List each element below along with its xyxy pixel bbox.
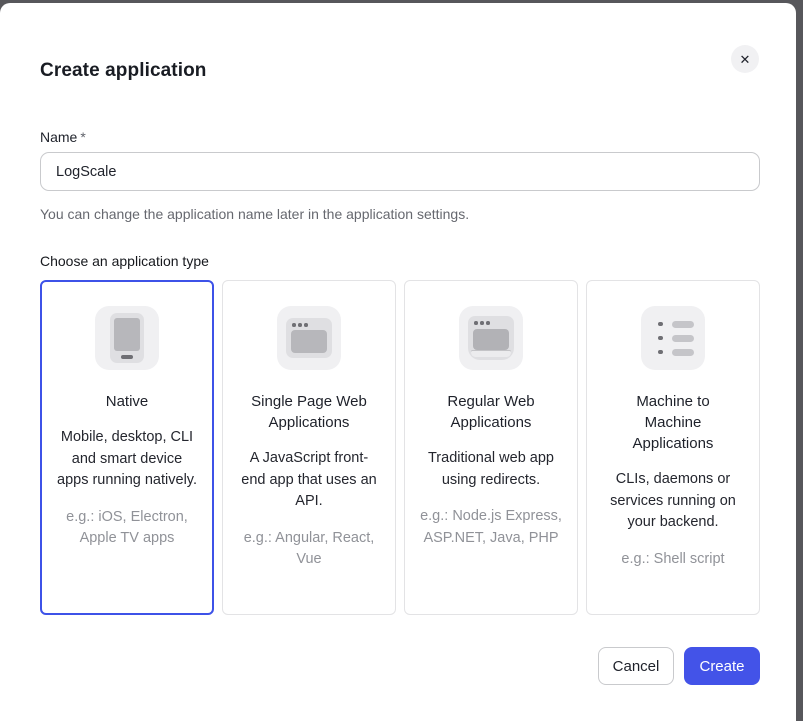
mobile-phone-icon [110,313,144,363]
card-single-page-web[interactable]: Single Page Web Applications A JavaScrip… [222,280,396,615]
application-type-label: Choose an application type [40,253,209,269]
card-example: e.g.: Angular, React, Vue [238,528,380,571]
name-helper-text: You can change the application name late… [40,206,469,222]
name-field-label: Name* [40,129,86,145]
card-example: e.g.: Shell script [602,549,744,571]
card-machine-to-machine[interactable]: Machine to Machine Applications CLIs, da… [586,280,760,615]
card-description: CLIs, daemons or services running on you… [602,469,744,534]
card-regular-web[interactable]: Regular Web Applications Traditional web… [404,280,578,615]
card-description: Traditional web app using redirects. [420,448,562,491]
icon-tile [95,306,159,370]
icon-tile [277,306,341,370]
server-stack-icon [651,320,695,357]
close-button[interactable]: ✕ [731,45,759,73]
close-icon: ✕ [740,53,751,66]
create-button[interactable]: Create [684,647,760,685]
application-name-input[interactable] [40,152,760,191]
card-title: Single Page Web Applications [246,391,372,433]
card-example: e.g.: Node.js Express, ASP.NET, Java, PH… [420,506,562,549]
card-title: Regular Web Applications [428,391,554,433]
card-title: Native [64,391,190,412]
create-application-modal: Create application ✕ Name* You can chang… [0,3,796,721]
cancel-button[interactable]: Cancel [598,647,674,685]
card-native[interactable]: Native Mobile, desktop, CLI and smart de… [40,280,214,615]
browser-window-icon [286,318,332,358]
card-example: e.g.: iOS, Electron, Apple TV apps [56,507,198,550]
card-description: A JavaScript front-end app that uses an … [238,448,380,513]
icon-tile [459,306,523,370]
icon-tile [641,306,705,370]
browser-server-icon [468,316,514,360]
card-description: Mobile, desktop, CLI and smart device ap… [56,427,198,492]
card-title: Machine to Machine Applications [610,391,736,454]
modal-title: Create application [40,60,207,82]
application-type-cards: Native Mobile, desktop, CLI and smart de… [40,280,760,615]
required-asterisk: * [80,129,85,145]
modal-footer: Cancel Create [598,647,760,685]
